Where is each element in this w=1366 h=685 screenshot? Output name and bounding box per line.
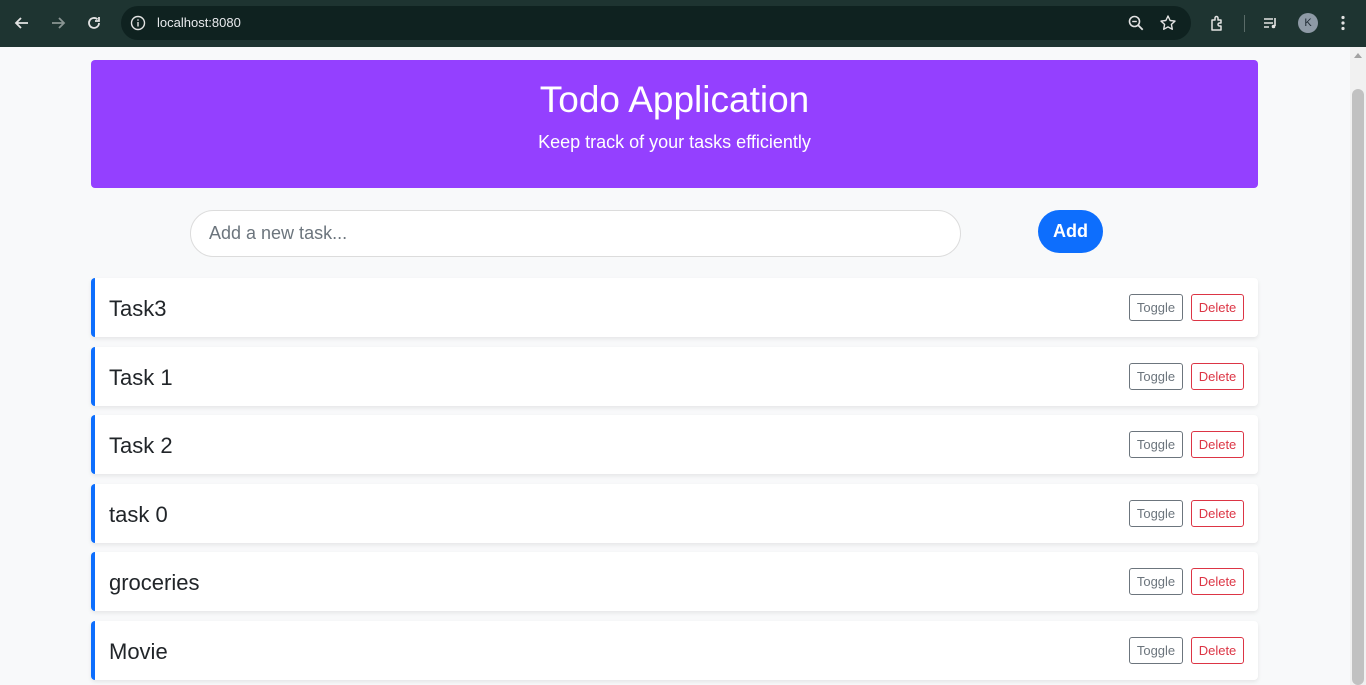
app-header: Todo Application Keep track of your task… <box>91 60 1258 188</box>
info-icon[interactable] <box>130 15 146 31</box>
scroll-up-arrow-icon[interactable] <box>1354 53 1362 58</box>
media-control-icon[interactable] <box>1260 12 1282 34</box>
toggle-button[interactable]: Toggle <box>1129 500 1183 527</box>
task-item: task 0 Toggle Delete <box>91 484 1258 543</box>
delete-button[interactable]: Delete <box>1191 568 1244 595</box>
back-arrow-icon[interactable] <box>9 10 35 36</box>
add-task-button[interactable]: Add <box>1038 210 1103 253</box>
delete-button[interactable]: Delete <box>1191 294 1244 321</box>
forward-arrow-icon[interactable] <box>45 10 71 36</box>
delete-button[interactable]: Delete <box>1191 500 1244 527</box>
task-item: groceries Toggle Delete <box>91 552 1258 611</box>
zoom-icon[interactable] <box>1127 14 1145 32</box>
toggle-button[interactable]: Toggle <box>1129 431 1183 458</box>
toggle-button[interactable]: Toggle <box>1129 363 1183 390</box>
task-label: task 0 <box>109 502 168 527</box>
task-item: Task 2 Toggle Delete <box>91 415 1258 474</box>
avatar[interactable]: K <box>1298 13 1318 33</box>
delete-button[interactable]: Delete <box>1191 431 1244 458</box>
url-text[interactable]: localhost:8080 <box>157 15 241 30</box>
star-icon[interactable] <box>1159 14 1177 32</box>
delete-button[interactable]: Delete <box>1191 637 1244 664</box>
browser-toolbar: localhost:8080 K <box>0 0 1366 47</box>
page-scrollbar[interactable] <box>1350 47 1366 685</box>
extensions-icon[interactable] <box>1207 12 1229 34</box>
toolbar-divider <box>1244 15 1245 32</box>
toggle-button[interactable]: Toggle <box>1129 568 1183 595</box>
task-label: groceries <box>109 570 200 595</box>
reload-icon[interactable] <box>81 10 107 36</box>
task-item: Movie Toggle Delete <box>91 621 1258 680</box>
toggle-button[interactable]: Toggle <box>1129 637 1183 664</box>
page-subtitle: Keep track of your tasks efficiently <box>538 132 811 152</box>
task-label: Movie <box>109 639 168 664</box>
new-task-input[interactable] <box>190 210 961 257</box>
scrollbar-thumb[interactable] <box>1352 89 1364 685</box>
page-title: Todo Application <box>539 79 810 120</box>
delete-button[interactable]: Delete <box>1191 363 1244 390</box>
task-label: Task 1 <box>109 365 173 390</box>
task-item: Task3 Toggle Delete <box>91 278 1258 337</box>
menu-dots-icon[interactable] <box>1332 12 1354 34</box>
task-label: Task3 <box>109 296 167 321</box>
address-bar[interactable]: localhost:8080 <box>121 6 1191 40</box>
toggle-button[interactable]: Toggle <box>1129 294 1183 321</box>
task-label: Task 2 <box>109 433 173 458</box>
page-viewport: Todo Application Keep track of your task… <box>0 47 1350 685</box>
task-item: Task 1 Toggle Delete <box>91 347 1258 406</box>
